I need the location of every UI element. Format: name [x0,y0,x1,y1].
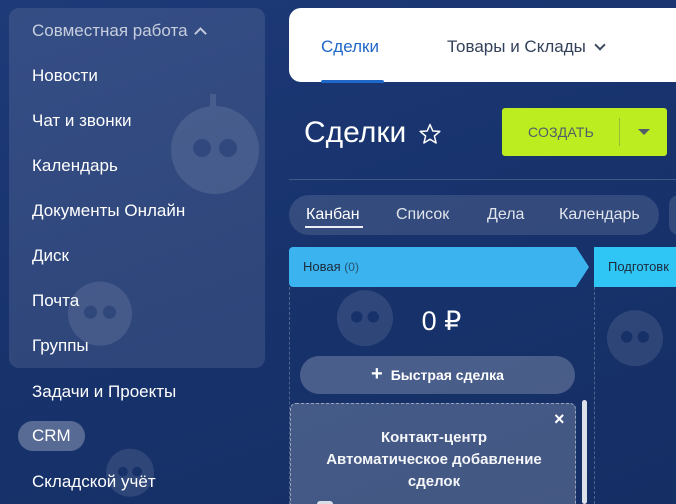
menu-group-header-label: Совместная работа [32,21,188,40]
tab-products-warehouses-label: Товары и Склады [447,37,586,56]
view-switcher: Канбан Список Дела Календарь [289,195,659,235]
menu-item-groups[interactable]: Группы [32,336,89,356]
contact-center-card[interactable]: × Контакт-центр Автоматическое добавлени… [290,403,576,504]
quick-deal-label: Быстрая сделка [390,367,504,383]
menu-item-disk[interactable]: Диск [32,246,69,266]
menu-item-documents[interactable]: Документы Онлайн [32,201,185,221]
card-title-line: Автоматическое добавление [326,451,542,468]
column-sum: 0 ₽ [421,306,462,336]
menu-item-calendar[interactable]: Календарь [32,156,118,176]
plus-icon: + [371,363,383,385]
close-icon[interactable]: × [554,410,565,428]
kanban-column-preparation[interactable]: Подготовк [594,247,676,287]
menu-item-chat[interactable]: Чат и звонки [32,111,132,131]
menu-item-mail[interactable]: Почта [32,291,79,311]
column-border [594,287,595,504]
view-activities[interactable]: Дела [487,206,524,224]
column-count: (0) [344,260,359,274]
background-robot-icon [600,300,670,370]
column-title: Новая [303,259,341,274]
card-title-line: сделок [407,473,461,490]
create-button-label: СОЗДАТЬ [528,124,595,140]
view-kanban[interactable]: Канбан [306,206,360,224]
menu-item-crm-label: CRM [32,426,71,445]
menu-item-news[interactable]: Новости [32,66,98,86]
tab-deals[interactable]: Сделки [321,37,379,57]
column-scrollbar[interactable] [582,400,587,504]
view-list[interactable]: Список [396,206,449,224]
tab-products-warehouses[interactable]: Товары и Склады [447,37,606,57]
menu-item-inventory[interactable]: Складской учёт [32,472,156,492]
view-switcher-extra[interactable] [669,195,676,235]
menu-group-collaboration [9,8,265,368]
chevron-up-icon [193,27,207,40]
quick-deal-button[interactable]: + Быстрая сделка [300,356,575,394]
page-title: Сделки [304,116,407,149]
top-tab-bar: Сделки Товары и Склады [289,8,676,83]
star-icon[interactable] [418,122,442,151]
kanban-column-new[interactable]: Новая (0) [289,247,589,287]
menu-item-tasks[interactable]: Задачи и Проекты [32,382,176,402]
active-view-indicator [305,226,363,228]
view-calendar[interactable]: Календарь [559,206,640,224]
active-tab-indicator [321,80,384,83]
create-button-separator [619,118,620,146]
chevron-down-icon [594,39,606,51]
card-title-line: Контакт-центр [380,429,488,446]
column-title: Подготовк [608,259,669,274]
header-divider [289,179,676,180]
caret-down-icon[interactable] [638,129,650,135]
card-title: Контакт-центр Автоматическое добавление … [291,427,577,493]
create-button[interactable]: СОЗДАТЬ [502,108,667,156]
menu-group-header[interactable]: Совместная работа [32,21,207,41]
